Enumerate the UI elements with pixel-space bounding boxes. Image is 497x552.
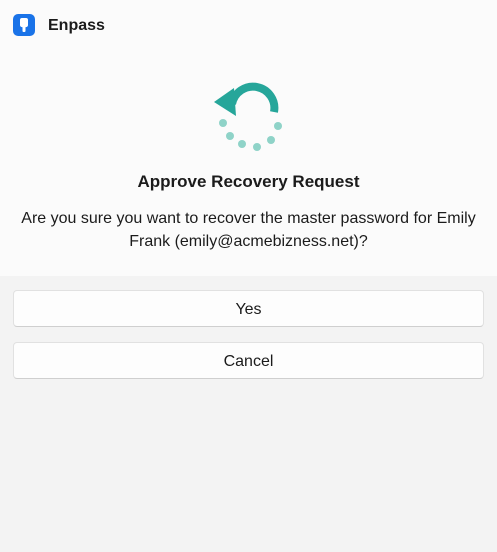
title-bar: Enpass bbox=[0, 0, 497, 52]
dialog-message: Are you sure you want to recover the mas… bbox=[21, 210, 476, 250]
yes-button[interactable]: Yes bbox=[13, 290, 484, 327]
app-title: Enpass bbox=[48, 17, 105, 34]
enpass-dialog-window: Enpass Approve Recovery Request Are you … bbox=[0, 0, 497, 552]
cancel-button[interactable]: Cancel bbox=[13, 342, 484, 379]
dialog-title: Approve Recovery Request bbox=[137, 172, 360, 191]
enpass-keyhole-icon bbox=[13, 14, 35, 36]
recovery-arrow-icon bbox=[214, 82, 282, 151]
